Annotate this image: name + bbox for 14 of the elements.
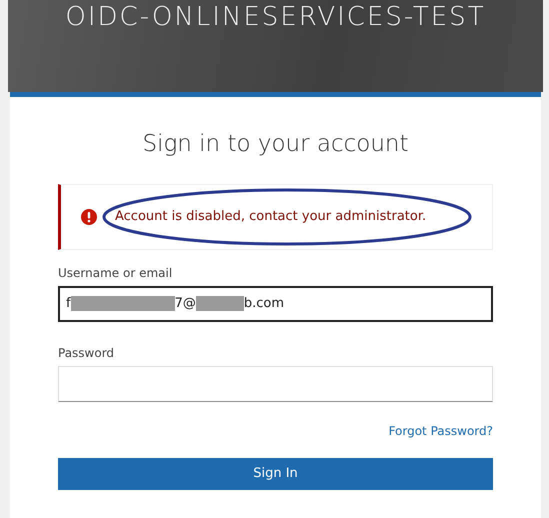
field-value: b.com <box>244 294 284 313</box>
card-heading: Sign in to your account <box>141 130 410 159</box>
username-field[interactable]: f 7@ b.com <box>58 286 493 322</box>
exclamation-icon <box>81 208 97 224</box>
field-label: Username or email <box>58 264 174 282</box>
alert-message: Account is disabled, contact your administrator. <box>115 208 426 226</box>
field-value: 7@ <box>174 294 196 313</box>
password-field[interactable] <box>58 366 493 402</box>
forgot-password-link[interactable]: Forgot Password? <box>388 422 493 440</box>
field-label: Password <box>58 344 116 362</box>
redaction-block <box>196 296 244 311</box>
field-value: f <box>66 294 71 313</box>
realm-title: OIDC-ONLINESERVICES-TEST <box>65 2 486 32</box>
sign-in-button[interactable]: Sign In <box>58 458 493 490</box>
